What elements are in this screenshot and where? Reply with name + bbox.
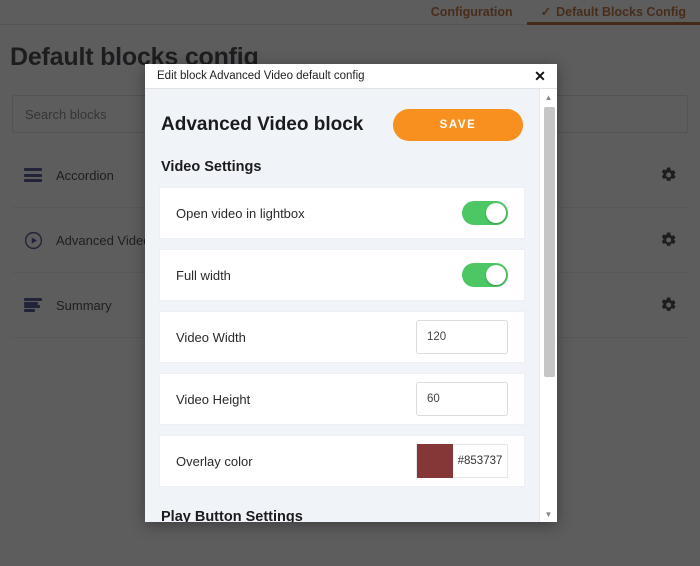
modal-scrollbar[interactable]: ▲ ▼ [539,89,557,522]
color-hex-value: #853737 [453,455,507,467]
modal-header-row: Advanced Video block SAVE [159,103,525,157]
setting-label: Video Width [176,330,416,345]
modal-body: Advanced Video block SAVE Video Settings… [145,89,557,522]
full-width-toggle[interactable] [462,263,508,287]
section-title-play-button-settings: Play Button Settings [161,509,525,522]
modal-heading: Advanced Video block [161,114,363,136]
close-icon[interactable]: ✕ [531,67,549,85]
scroll-down-arrow-icon[interactable]: ▼ [540,506,558,522]
section-title-video-settings: Video Settings [161,159,525,175]
modal-title: Edit block Advanced Video default config [157,70,531,82]
setting-row-full-width[interactable]: Full width [159,249,525,301]
setting-row-overlay-color[interactable]: Overlay color #853737 [159,435,525,487]
setting-row-video-width[interactable]: Video Width [159,311,525,363]
video-width-input[interactable] [416,320,508,354]
setting-row-open-video-in-lightbox[interactable]: Open video in lightbox [159,187,525,239]
open-video-in-lightbox-toggle[interactable] [462,201,508,225]
modal-titlebar: Edit block Advanced Video default config… [145,64,557,89]
scrollbar-thumb[interactable] [544,107,555,377]
overlay-color-picker[interactable]: #853737 [416,444,508,478]
save-button[interactable]: SAVE [393,109,523,141]
edit-block-modal: Edit block Advanced Video default config… [145,64,557,522]
setting-label: Video Height [176,392,416,407]
video-height-input[interactable] [416,382,508,416]
scroll-up-arrow-icon[interactable]: ▲ [540,89,558,105]
color-swatch[interactable] [417,444,453,478]
setting-label: Open video in lightbox [176,206,462,221]
setting-row-video-height[interactable]: Video Height [159,373,525,425]
toggle-knob [486,203,506,223]
modal-scroll-content: Advanced Video block SAVE Video Settings… [145,89,539,522]
toggle-knob [486,265,506,285]
screen: Configuration ✓Default Blocks Config Def… [0,0,700,566]
scrollbar-track[interactable] [540,105,558,506]
setting-label: Full width [176,268,462,283]
setting-label: Overlay color [176,454,416,469]
